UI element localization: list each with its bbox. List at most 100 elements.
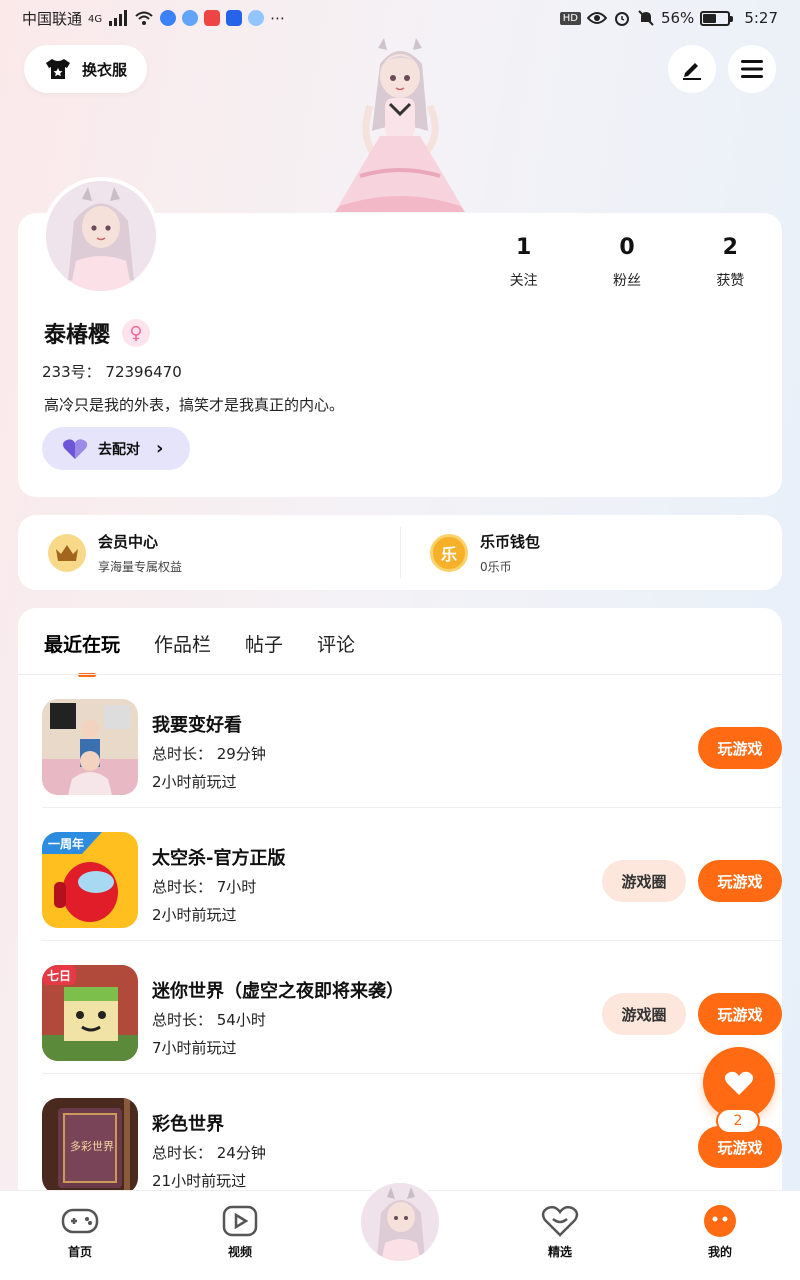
game-row[interactable]: 七日 迷你世界（虚空之夜即将来袭） 总时长： 54小时 7小时前玩过 游戏圈 玩… [42,941,782,1074]
browser-app-icon [182,10,199,26]
menu-icon [741,60,763,78]
nav-home[interactable]: 首页 [40,1203,120,1260]
game-circle-button[interactable]: 游戏圈 [602,860,686,902]
nav-video-label: 视频 [227,1245,252,1259]
user-id: 233号： 72396470 [42,363,182,381]
match-label: 去配对 [98,441,140,458]
edit-profile-button[interactable] [668,45,716,93]
match-button[interactable]: 去配对 › [42,427,190,470]
stat-following[interactable]: 1 关注 [472,235,575,290]
center-avatar-button[interactable] [358,1180,442,1264]
game-row[interactable]: 我要变好看 总时长： 29分钟 2小时前玩过 玩游戏 [42,675,782,808]
heart-icon [724,1071,754,1095]
vip-title: 会员中心 [98,532,159,551]
nav-video[interactable]: 视频 [200,1203,280,1260]
gamepad-icon [60,1203,100,1239]
wallet-balance: 0乐币 [480,559,512,574]
hd-badge: HD [559,11,581,25]
change-outfit-button[interactable]: 换衣服 [24,45,147,93]
heart-icon [63,438,87,459]
nickname: 泰椿樱 [44,323,111,348]
activity-tabs: 最近在玩 作品栏 帖子 评论 [44,630,355,677]
music-app-icon [160,10,177,26]
vip-center-entry[interactable]: 会员中心 享海量专属权益 [18,515,400,590]
like-count-badge: 2 [716,1108,760,1134]
chevron-right-icon: › [156,438,164,459]
stat-label: 粉丝 [612,273,641,289]
signal-icon [109,10,128,26]
mute-bell-icon [638,10,654,26]
wallet-entry[interactable]: 乐 乐币钱包 0乐币 [400,515,782,590]
coin-icon: 乐 [430,533,468,572]
tips-app-icon [226,10,243,26]
featured-heart-icon [540,1203,580,1239]
play-game-button[interactable]: 玩游戏 [698,993,782,1035]
game-last-played: 2小时前玩过 [152,906,237,924]
game-name: 太空杀-官方正版 [152,848,286,869]
game-icon-mini-world: 七日 [42,965,138,1061]
play-video-icon [220,1203,260,1239]
nav-featured[interactable]: 精选 [520,1203,600,1260]
eye-comfort-icon [586,12,607,24]
crown-icon [48,533,86,572]
stat-value: 0 [619,235,635,260]
stat-label: 获赞 [716,273,745,289]
menu-button[interactable] [728,45,776,93]
tab-recent-play[interactable]: 最近在玩 [44,630,120,677]
game-name: 迷你世界（虚空之夜即将来袭） [152,981,404,1002]
alarm-icon [614,12,629,26]
wallet-title: 乐币钱包 [480,532,541,551]
game-name: 我要变好看 [152,715,242,736]
stat-value: 1 [516,235,532,260]
coin-glyph: 乐 [440,544,457,564]
profile-card: 1 关注 0 粉丝 2 获赞 泰椿樱 ♀ 233号： 72396470 高冷只是… [18,177,782,497]
pencil-icon [683,63,701,80]
tab-works[interactable]: 作品栏 [154,630,211,657]
game-icon-makeover [42,699,138,795]
clock: 5:27 [744,9,778,27]
stat-likes[interactable]: 2 获赞 [679,235,782,290]
play-game-button[interactable]: 玩游戏 [698,727,782,769]
game-last-played: 21小时前玩过 [152,1172,247,1190]
wifi-icon [135,11,153,25]
game-name: 彩色世界 [152,1114,224,1135]
color-world-icon-text: 多彩世界 [70,1139,114,1153]
game-row[interactable]: 一周年 太空杀-官方正版 总时长： 7小时 2小时前玩过 游戏圈 玩游戏 [42,808,782,941]
membership-card: 会员中心 享海量专属权益 乐 乐币钱包 0乐币 [18,515,782,590]
avatar[interactable] [42,177,160,295]
female-gender-icon: ♀ [122,319,151,347]
game-duration: 总时长： 54小时 [152,1011,266,1029]
carrier-label: 中国联通 [22,9,83,28]
tab-posts[interactable]: 帖子 [245,630,283,657]
nav-me[interactable]: 我的 [680,1203,760,1260]
stat-value: 2 [722,235,738,260]
game-duration: 总时长： 7小时 [152,878,257,896]
nickname-row: 泰椿樱 ♀ [44,317,151,349]
vip-subtitle: 享海量专属权益 [98,559,183,574]
more-notifications-icon: ⋯ [270,9,286,27]
game-icon-color-world: 多彩世界 [42,1098,138,1194]
battery-percent: 56% [660,9,695,27]
mini-icon-text: 七日 [47,969,71,983]
avatar-portrait [46,181,156,291]
avatar-portrait [361,1183,439,1261]
tab-comments[interactable]: 评论 [317,630,355,657]
game-icon-space-kill: 一周年 [42,832,138,928]
reader-app-icon [204,10,221,26]
bio: 高冷只是我的外表，搞笑才是我真正的内心。 [44,396,345,414]
game-duration: 总时长： 24分钟 [152,1144,266,1162]
game-circle-button[interactable]: 游戏圈 [602,993,686,1035]
profile-stats: 1 关注 0 粉丝 2 获赞 [472,235,782,290]
status-bar: 中国联通 4G ⋯ HD 56% 5:27 [0,0,800,36]
play-game-button[interactable]: 玩游戏 [698,860,782,902]
avatar-character-image[interactable] [330,36,470,214]
tshirt-icon [45,59,70,79]
network-type: 4G [88,13,103,25]
activity-card: 最近在玩 作品栏 帖子 评论 我要变好看 总时长： 29分钟 2小时前玩过 玩游… [18,608,782,1208]
stat-followers[interactable]: 0 粉丝 [575,235,678,290]
nav-home-label: 首页 [67,1245,92,1259]
game-last-played: 7小时前玩过 [152,1039,237,1057]
battery-icon [700,10,734,26]
change-outfit-label: 换衣服 [81,60,127,79]
game-duration: 总时长： 29分钟 [152,745,266,763]
